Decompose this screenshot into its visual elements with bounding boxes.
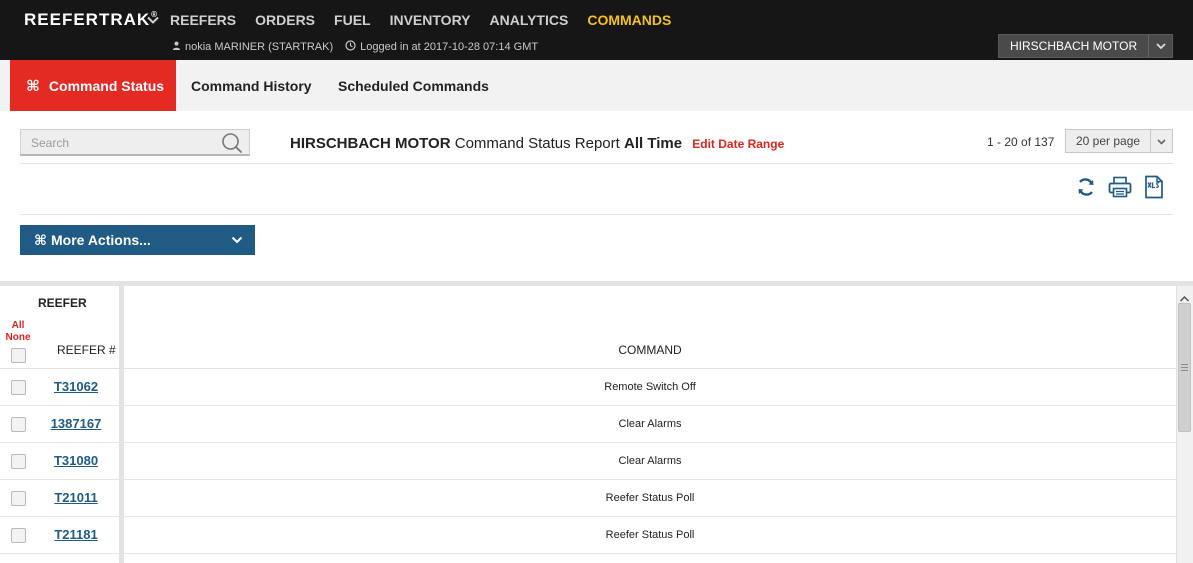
top-navigation-bar: REEFERTRAK® REEFERS ORDERS FUEL INVENTOR… [0,0,1193,60]
main-nav: REEFERS ORDERS FUEL INVENTORY ANALYTICS … [170,12,690,28]
per-page-select[interactable]: 20 per page [1065,129,1173,153]
header-divider [0,368,1176,369]
company-select-value: HIRSCHBACH MOTOR [1010,39,1138,53]
user-name: nokia MARINER (STARTRAK) [185,41,334,53]
report-range: All Time [623,135,683,152]
row-checkbox[interactable] [11,454,26,469]
company-select[interactable]: HIRSCHBACH MOTOR [998,34,1173,58]
command-icon: ⌘ [34,231,47,248]
user-icon [172,41,185,53]
clock-icon [345,40,360,54]
nav-reefers[interactable]: REEFERS [170,12,236,28]
nav-orders[interactable]: ORDERS [255,12,315,28]
reefer-link[interactable]: T21181 [36,527,116,542]
tab-bar: ⌘ Command Status Command History Schedul… [0,60,1193,111]
row-checkbox[interactable] [11,491,26,506]
chevron-down-icon [230,233,244,250]
edit-date-range-link[interactable]: Edit Date Range [692,137,784,151]
row-divider [0,553,1176,554]
command-cell: Remote Switch Off [604,381,696,393]
xls-export-icon[interactable] [1142,175,1166,199]
nav-fuel[interactable]: FUEL [334,12,371,28]
login-time: Logged in at 2017-10-28 07:14 GMT [360,41,539,53]
report-title: HIRSCHBACH MOTOR Command Status Report A… [290,135,784,152]
report-name: Command Status Report [454,135,620,152]
reefer-link[interactable]: 1387167 [36,416,116,431]
column-header-reefer[interactable]: REEFER # [57,343,116,357]
app-logo[interactable]: REEFERTRAK® [24,10,158,30]
tab-command-history[interactable]: Command History [191,60,312,111]
nav-inventory[interactable]: INVENTORY [390,12,471,28]
report-company: HIRSCHBACH MOTOR [290,135,451,152]
row-divider [0,442,1176,443]
command-cell: Clear Alarms [618,418,682,430]
search-box [20,129,250,156]
chevron-down-icon[interactable] [1148,35,1172,57]
header-checkbox[interactable] [11,348,26,363]
tab-command-status[interactable]: ⌘ Command Status [10,60,176,111]
select-all-none: All None [5,320,31,344]
refresh-icon[interactable] [1074,175,1098,199]
session-info: nokia MARINER (STARTRAK) Logged in at 20… [172,40,538,54]
nav-analytics[interactable]: ANALYTICS [490,12,569,28]
divider [20,163,1173,164]
search-icon[interactable] [221,132,243,159]
tab-label: Scheduled Commands [338,77,489,94]
command-cell: Reefer Status Poll [605,492,695,504]
column-header-command[interactable]: COMMAND [124,343,1176,357]
chevron-down-icon[interactable] [146,13,160,27]
row-divider [0,479,1176,480]
select-none-link[interactable]: None [5,332,31,344]
select-all-link[interactable]: All [5,320,31,332]
row-checkbox[interactable] [11,417,26,432]
search-input[interactable] [21,130,216,155]
command-icon: ⌘ [26,77,40,95]
nav-commands[interactable]: COMMANDS [587,12,671,28]
reefer-link[interactable]: T21011 [36,490,116,505]
reefer-link[interactable]: T31062 [36,379,116,394]
row-checkbox[interactable] [11,528,26,543]
row-checkbox[interactable] [11,380,26,395]
more-actions-label: More Actions... [51,232,151,248]
reefer-link[interactable]: T31080 [36,453,116,468]
more-actions-button[interactable]: ⌘ More Actions... [20,225,255,255]
tab-label: Command Status [48,77,165,94]
print-icon[interactable] [1108,175,1132,199]
app-brand-name: REEFERTRAK [24,10,151,29]
row-divider [0,516,1176,517]
divider [20,214,1173,215]
column-group-header: REEFER [38,296,87,310]
paging-info: 1 - 20 of 137 [987,135,1055,149]
report-tools [1074,175,1176,199]
command-cell: Clear Alarms [618,455,682,467]
tab-label: Command History [191,77,312,94]
row-divider [0,405,1176,406]
per-page-value: 20 per page [1076,134,1141,148]
scrollbar-grip [1181,364,1188,373]
command-cell: Reefer Status Poll [605,529,695,541]
tab-scheduled-commands[interactable]: Scheduled Commands [338,60,489,111]
chevron-down-icon[interactable] [1150,130,1172,152]
